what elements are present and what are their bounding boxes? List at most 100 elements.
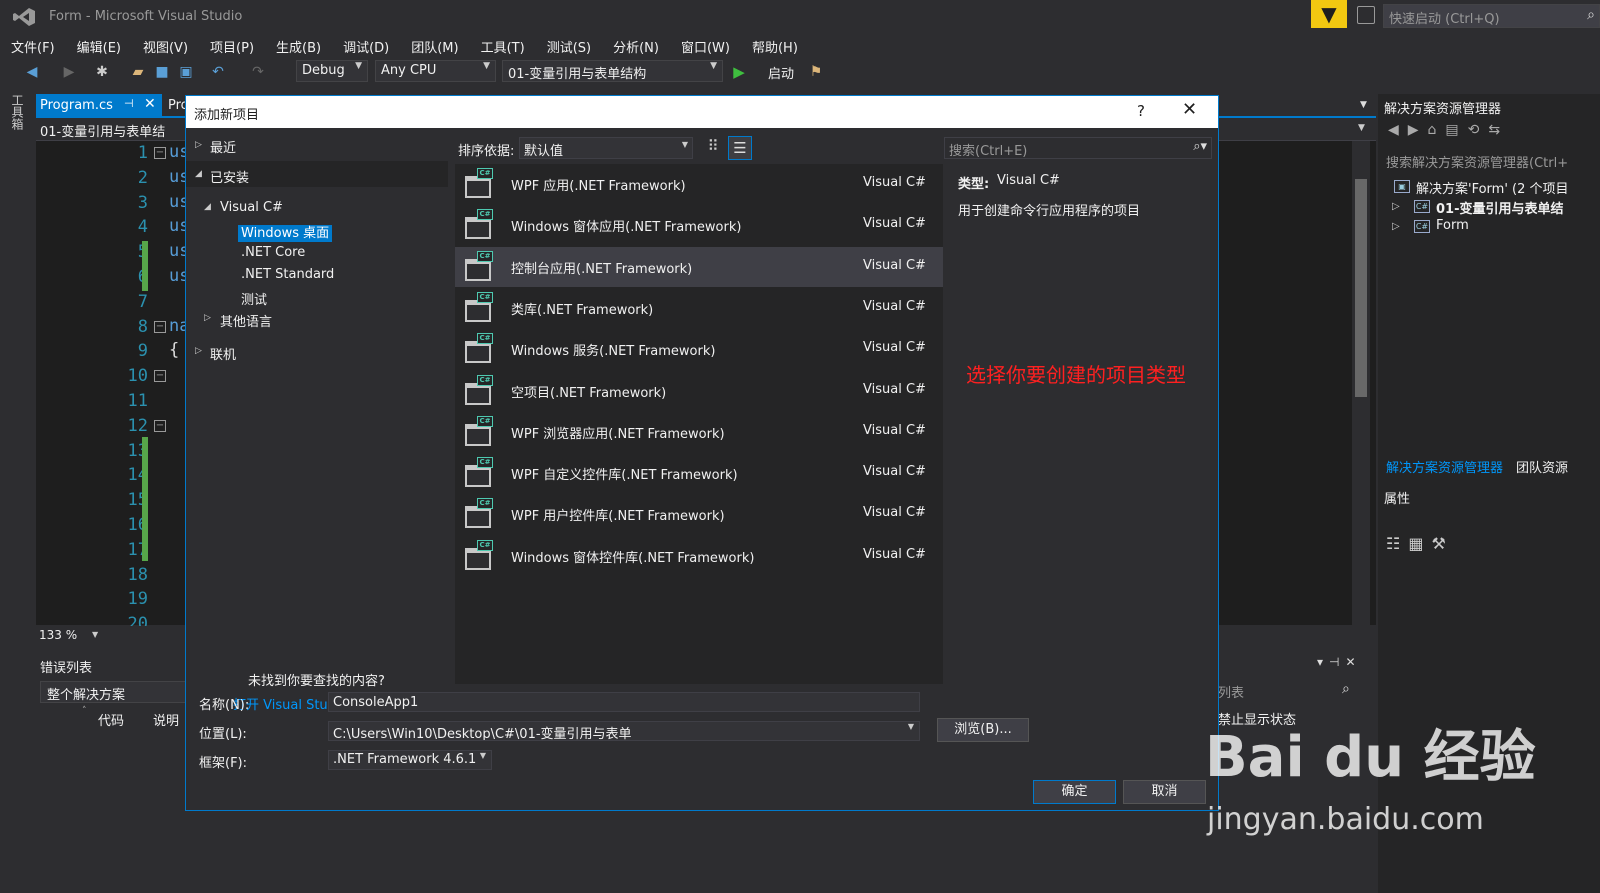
template-row[interactable]: C# WPF 自定义控件库(.NET Framework) Visual C# <box>455 453 943 493</box>
menu-analyze[interactable]: 分析(N) <box>611 35 669 57</box>
grid-view-icon[interactable]: ⠿ <box>702 137 724 159</box>
template-row[interactable]: C# 空项目(.NET Framework) Visual C# <box>455 371 943 411</box>
tab-solution-explorer[interactable]: 解决方案资源管理器 <box>1386 457 1503 476</box>
collapse-icon[interactable]: − <box>154 420 166 432</box>
tree-item-installed[interactable]: 已安装 <box>210 167 249 186</box>
start-button[interactable]: 启动 <box>768 63 794 82</box>
template-row[interactable]: C# 控制台应用(.NET Framework) Visual C# <box>455 246 943 287</box>
template-row[interactable]: C# Windows 服务(.NET Framework) Visual C# <box>455 329 943 369</box>
template-search-input[interactable]: 搜索(Ctrl+E) ⌕▾ <box>944 137 1212 159</box>
list-view-icon[interactable]: ☰ <box>728 136 752 160</box>
chevron-down-icon[interactable]: ▼ <box>1360 100 1367 110</box>
menu-project[interactable]: 项目(P) <box>208 35 264 57</box>
redo-icon[interactable]: ↷ <box>250 64 266 80</box>
tree-item-visual-csharp[interactable]: Visual C# <box>220 200 283 215</box>
platform-select[interactable]: Any CPU ▼ <box>375 60 496 82</box>
cancel-button[interactable]: 取消 <box>1123 780 1206 804</box>
tree-item-online[interactable]: 联机 <box>210 344 236 363</box>
template-row[interactable]: C# WPF 浏览器应用(.NET Framework) Visual C# <box>455 412 943 452</box>
project-node[interactable]: 01-变量引用与表单结 <box>1436 198 1564 217</box>
start-debug-icon[interactable]: ▶ <box>731 64 747 80</box>
config-select[interactable]: Debug ▼ <box>296 60 368 82</box>
error-scope-select[interactable]: 整个解决方案 <box>40 681 186 703</box>
tree-item-windows-desktop[interactable]: Windows 桌面 <box>238 222 333 242</box>
project-node[interactable]: Form <box>1436 218 1469 233</box>
column-header-description[interactable]: 说明 <box>153 710 179 729</box>
location-select[interactable]: C:\Users\Win10\Desktop\C#\01-变量引用与表单 ▼ <box>328 721 920 741</box>
toolbox-tab[interactable]: 工具箱 <box>8 94 26 144</box>
quick-launch-placeholder: 快速启动 (Ctrl+Q) <box>1389 12 1500 27</box>
template-row[interactable]: C# 类库(.NET Framework) Visual C# <box>455 288 943 328</box>
chevron-down-icon[interactable]: ▼ <box>92 630 98 639</box>
sort-select[interactable]: 默认值 ▼ <box>519 137 693 159</box>
close-icon[interactable]: ✕ <box>1182 99 1197 120</box>
collapse-arrow-icon[interactable]: ◢ <box>195 169 202 179</box>
tab-team-explorer[interactable]: 团队资源 <box>1516 457 1568 476</box>
search-icon[interactable]: ⌕ <box>1342 681 1350 697</box>
tree-item-test[interactable]: 测试 <box>241 289 267 308</box>
template-row[interactable]: C# Windows 窗体控件库(.NET Framework) Visual C# <box>455 536 943 576</box>
expand-arrow-icon[interactable]: ▷ <box>1392 221 1400 232</box>
browse-button[interactable]: 浏览(B)... <box>937 718 1029 742</box>
collapse-icon[interactable]: − <box>154 321 166 333</box>
collapse-icon[interactable]: − <box>154 370 166 382</box>
properties-toolbar[interactable]: ☷▦⚒ <box>1386 534 1454 553</box>
back-icon[interactable]: ◀ <box>24 64 40 80</box>
browser-link-icon[interactable]: ⚑ <box>808 64 824 80</box>
menu-team[interactable]: 团队(M) <box>409 35 468 57</box>
menu-tools[interactable]: 工具(T) <box>479 35 535 57</box>
framework-select[interactable]: .NET Framework 4.6.1 ▼ <box>328 750 492 770</box>
expand-arrow-icon[interactable]: ▷ <box>1392 201 1400 212</box>
menu-debug[interactable]: 调试(D) <box>341 35 399 57</box>
tree-item-recent[interactable]: 最近 <box>210 137 236 156</box>
menu-edit[interactable]: 编辑(E) <box>75 35 131 57</box>
column-header-code[interactable]: 代码 <box>98 710 124 729</box>
open-file-icon[interactable]: ▰ <box>130 64 146 80</box>
pin-icon[interactable]: ⊣ <box>124 97 134 110</box>
quick-launch-input[interactable]: 快速启动 (Ctrl+Q) ⌕ <box>1383 4 1600 28</box>
tree-item-net-standard[interactable]: .NET Standard <box>241 267 334 282</box>
nav-project-dropdown[interactable]: 01-变量引用与表单结 <box>40 121 165 140</box>
menu-view[interactable]: 视图(V) <box>141 35 198 57</box>
solution-search-input[interactable]: 搜索解决方案资源管理器(Ctrl+ <box>1382 150 1600 172</box>
template-row[interactable]: C# Windows 窗体应用(.NET Framework) Visual C# <box>455 205 943 245</box>
new-project-icon[interactable]: ✱ <box>94 64 110 80</box>
ok-button[interactable]: 确定 <box>1033 780 1116 804</box>
menu-help[interactable]: 帮助(H) <box>750 35 808 57</box>
tab-program-cs[interactable]: Program.cs ⊣ ✕ <box>36 94 162 118</box>
close-icon[interactable]: ✕ <box>144 96 156 112</box>
annotation-text: 选择你要创建的项目类型 <box>966 363 1186 387</box>
template-search-placeholder: 搜索(Ctrl+E) <box>949 144 1028 159</box>
tree-item-other-languages[interactable]: 其他语言 <box>220 311 272 330</box>
project-name-input[interactable] <box>328 692 920 712</box>
scrollbar-thumb[interactable] <box>1355 179 1367 397</box>
menu-build[interactable]: 生成(B) <box>274 35 331 57</box>
template-row[interactable]: C# WPF 应用(.NET Framework) Visual C# <box>455 164 943 204</box>
window-frame-icon <box>465 423 491 446</box>
solution-explorer-toolbar[interactable]: ◀▶⌂▤⟲⇆ <box>1388 122 1509 138</box>
tree-item-net-core[interactable]: .NET Core <box>241 245 305 260</box>
template-row[interactable]: C# WPF 用户控件库(.NET Framework) Visual C# <box>455 494 943 534</box>
menu-window[interactable]: 窗口(W) <box>679 35 740 57</box>
solution-node[interactable]: 解决方案'Form' (2 个项目 <box>1416 178 1569 197</box>
forward-icon[interactable]: ▶ <box>61 64 77 80</box>
notification-flag-icon[interactable]: ▼ <box>1311 0 1347 28</box>
save-all-icon[interactable]: ▣ <box>178 64 194 80</box>
expand-arrow-icon[interactable]: ▷ <box>204 313 211 323</box>
menu-file[interactable]: 文件(F) <box>9 35 65 57</box>
menu-test[interactable]: 测试(S) <box>545 35 601 57</box>
zoom-level[interactable]: 133 % <box>39 628 77 642</box>
vertical-scrollbar[interactable] <box>1352 141 1370 625</box>
chevron-down-icon[interactable]: ▼ <box>1358 123 1365 133</box>
csharp-badge-icon: C# <box>477 498 493 510</box>
expand-arrow-icon[interactable]: ▷ <box>195 346 202 356</box>
help-button[interactable]: ? <box>1137 102 1145 120</box>
panel-controls[interactable]: ▾⊣✕ <box>1317 655 1362 669</box>
collapse-arrow-icon[interactable]: ◢ <box>204 202 211 212</box>
collapse-icon[interactable]: − <box>154 147 166 159</box>
expand-arrow-icon[interactable]: ▷ <box>195 140 202 150</box>
startup-project-select[interactable]: 01-变量引用与表单结构 ▼ <box>502 60 723 82</box>
undo-icon[interactable]: ↶ <box>210 64 226 80</box>
feedback-icon[interactable] <box>1357 6 1375 24</box>
save-icon[interactable]: ■ <box>154 64 170 80</box>
